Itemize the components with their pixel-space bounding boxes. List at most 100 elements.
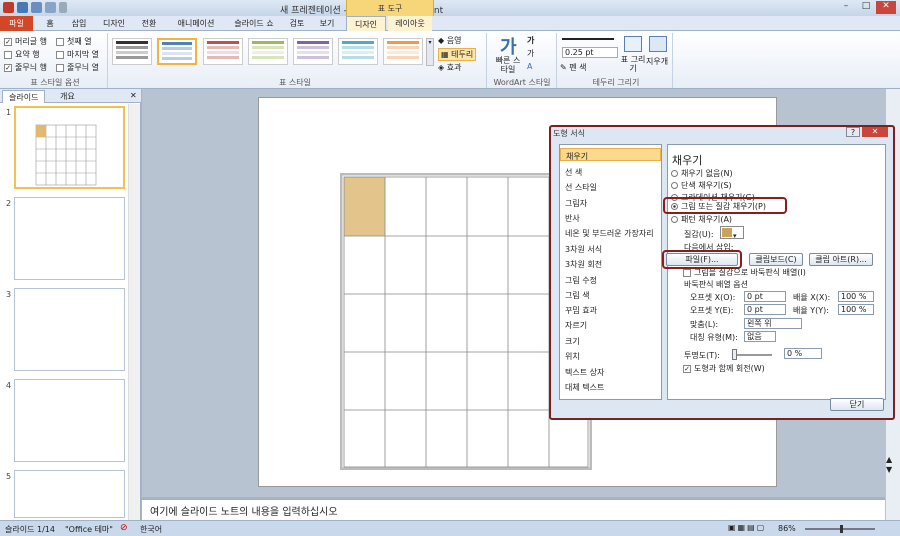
- pen-color-button[interactable]: ✎ 펜 색: [560, 62, 587, 73]
- radio-selected-icon[interactable]: [671, 203, 678, 210]
- category-3d-format[interactable]: 3차원 서식: [560, 242, 661, 255]
- category-text-box[interactable]: 텍스트 상자: [560, 365, 661, 378]
- transparency-input[interactable]: 0 %: [784, 348, 822, 359]
- slides-scrollbar[interactable]: [128, 104, 140, 520]
- category-position[interactable]: 위치: [560, 349, 661, 362]
- draw-table-button[interactable]: 표 그리기: [618, 55, 648, 73]
- tab-file[interactable]: 파일: [0, 16, 33, 31]
- table-style-1[interactable]: [112, 38, 152, 65]
- clip-art-button[interactable]: 클립 아트(R)...: [809, 253, 873, 266]
- mirror-type-select[interactable]: 없음: [744, 331, 776, 342]
- tab-design[interactable]: 디자인: [97, 16, 131, 31]
- checkbox-icon[interactable]: ✓: [4, 37, 12, 46]
- tab-animations[interactable]: 애니메이션: [168, 16, 224, 31]
- text-effects-button[interactable]: A: [527, 62, 532, 71]
- text-fill-button[interactable]: 가: [527, 35, 534, 46]
- shading-button[interactable]: ◆ 음영: [438, 35, 461, 46]
- banded-columns-option[interactable]: 줄무늬 열: [56, 62, 99, 73]
- category-glow-soft-edges[interactable]: 네온 및 부드러운 가장자리: [560, 226, 661, 239]
- category-line-color[interactable]: 선 색: [560, 165, 661, 178]
- category-shadow[interactable]: 그림자: [560, 196, 661, 209]
- transparency-thumb-icon[interactable]: [732, 349, 737, 360]
- pen-style-icon[interactable]: [562, 38, 614, 40]
- table-style-4[interactable]: [248, 38, 288, 65]
- zoom-level[interactable]: 86%: [778, 524, 796, 533]
- no-fill-radio[interactable]: 채우기 없음(N): [671, 168, 733, 179]
- category-picture-corrections[interactable]: 그림 수정: [560, 273, 661, 286]
- dialog-close-button[interactable]: 닫기: [830, 398, 884, 411]
- category-picture-color[interactable]: 그림 색: [560, 288, 661, 301]
- draw-table-icon[interactable]: [624, 36, 642, 52]
- maximize-button[interactable]: □: [856, 1, 876, 14]
- category-reflection[interactable]: 반사: [560, 211, 661, 224]
- close-pane-icon[interactable]: ✕: [130, 91, 137, 100]
- borders-button[interactable]: ▦ 테두리: [438, 48, 477, 61]
- table-style-2[interactable]: [157, 38, 197, 65]
- rotate-with-shape-checkbox[interactable]: ✓ 도형과 함께 회전(W): [683, 363, 765, 374]
- tab-table-layout[interactable]: 레이아웃: [388, 16, 432, 31]
- scale-x-input[interactable]: 100 %: [838, 291, 874, 302]
- language-indicator[interactable]: 한국어: [140, 524, 162, 535]
- slide-thumbnail-1[interactable]: [14, 106, 125, 189]
- save-icon[interactable]: [17, 2, 28, 13]
- alignment-select[interactable]: 왼쪽 위: [744, 318, 802, 329]
- texture-cell[interactable]: [344, 177, 385, 236]
- spellcheck-icon[interactable]: ⊘: [120, 523, 128, 533]
- redo-icon[interactable]: [45, 2, 56, 13]
- minimize-button[interactable]: –: [836, 1, 856, 14]
- category-3d-rotation[interactable]: 3차원 회전: [560, 257, 661, 270]
- tab-table-design[interactable]: 디자인: [346, 16, 386, 32]
- text-outline-button[interactable]: 가: [527, 48, 534, 59]
- checkbox-icon[interactable]: [56, 63, 64, 72]
- offset-x-input[interactable]: 0 pt: [744, 291, 786, 302]
- category-alt-text[interactable]: 대체 텍스트: [560, 380, 661, 393]
- eraser-icon[interactable]: [649, 36, 667, 52]
- view-buttons-icon[interactable]: ▣▦▤▢: [728, 523, 778, 534]
- banded-rows-option[interactable]: ✓ 줄무늬 행: [4, 62, 47, 73]
- slide-thumbnail-3[interactable]: [14, 288, 125, 371]
- table-style-6[interactable]: [338, 38, 378, 65]
- tab-home[interactable]: 홈: [38, 16, 62, 31]
- slide-thumbnail-4[interactable]: [14, 379, 125, 462]
- table-style-3[interactable]: [203, 38, 243, 65]
- texture-dropdown[interactable]: ▾: [720, 226, 744, 240]
- help-icon[interactable]: ?: [846, 127, 860, 137]
- tab-view[interactable]: 보기: [313, 16, 341, 31]
- category-artistic-effects[interactable]: 꾸밈 효과: [560, 303, 661, 316]
- offset-y-input[interactable]: 0 pt: [744, 304, 786, 315]
- first-column-option[interactable]: 첫째 열: [56, 36, 92, 47]
- pattern-fill-radio[interactable]: 패턴 채우기(A): [671, 214, 732, 225]
- table-style-5[interactable]: [293, 38, 333, 65]
- category-line-style[interactable]: 선 스타일: [560, 180, 661, 193]
- transparency-slider[interactable]: [732, 354, 772, 356]
- tile-checkbox[interactable]: 그림을 질감으로 바둑판식 배열(I): [683, 267, 806, 278]
- pen-weight-select[interactable]: 0.25 pt: [562, 47, 618, 58]
- table-styles-more-icon[interactable]: ▾: [426, 38, 434, 66]
- category-crop[interactable]: 자르기: [560, 318, 661, 331]
- picture-texture-fill-radio[interactable]: 그림 또는 질감 채우기(P): [671, 201, 766, 212]
- prev-next-slide-icon[interactable]: ▲ ▼: [886, 455, 892, 475]
- undo-icon[interactable]: [31, 2, 42, 13]
- close-window-button[interactable]: ✕: [876, 1, 896, 14]
- radio-icon[interactable]: [671, 170, 678, 177]
- scale-y-input[interactable]: 100 %: [838, 304, 874, 315]
- quick-access-dropdown-icon[interactable]: [59, 2, 67, 13]
- tab-outline[interactable]: 개요: [54, 90, 81, 103]
- notes-pane[interactable]: 여기에 슬라이드 노트의 내용을 입력하십시오: [142, 499, 885, 520]
- checkbox-icon[interactable]: [56, 50, 64, 59]
- tab-slideshow[interactable]: 슬라이드 쇼: [228, 16, 280, 31]
- table-style-7[interactable]: [383, 38, 423, 65]
- tab-slides[interactable]: 슬라이드: [2, 90, 46, 103]
- category-fill[interactable]: 채우기: [560, 148, 661, 161]
- clipboard-button[interactable]: 클립보드(C): [749, 253, 803, 266]
- checkbox-icon[interactable]: [683, 268, 691, 277]
- file-button[interactable]: 파일(F)...: [666, 253, 738, 266]
- total-row-option[interactable]: 요약 행: [4, 49, 40, 60]
- checkbox-icon[interactable]: ✓: [683, 364, 691, 373]
- checkbox-icon[interactable]: [56, 37, 64, 46]
- radio-icon[interactable]: [671, 182, 678, 189]
- solid-fill-radio[interactable]: 단색 채우기(S): [671, 180, 732, 191]
- header-row-option[interactable]: ✓ 머리글 행: [4, 36, 47, 47]
- tab-review[interactable]: 검토: [283, 16, 311, 31]
- eraser-button[interactable]: 지우개: [646, 56, 668, 67]
